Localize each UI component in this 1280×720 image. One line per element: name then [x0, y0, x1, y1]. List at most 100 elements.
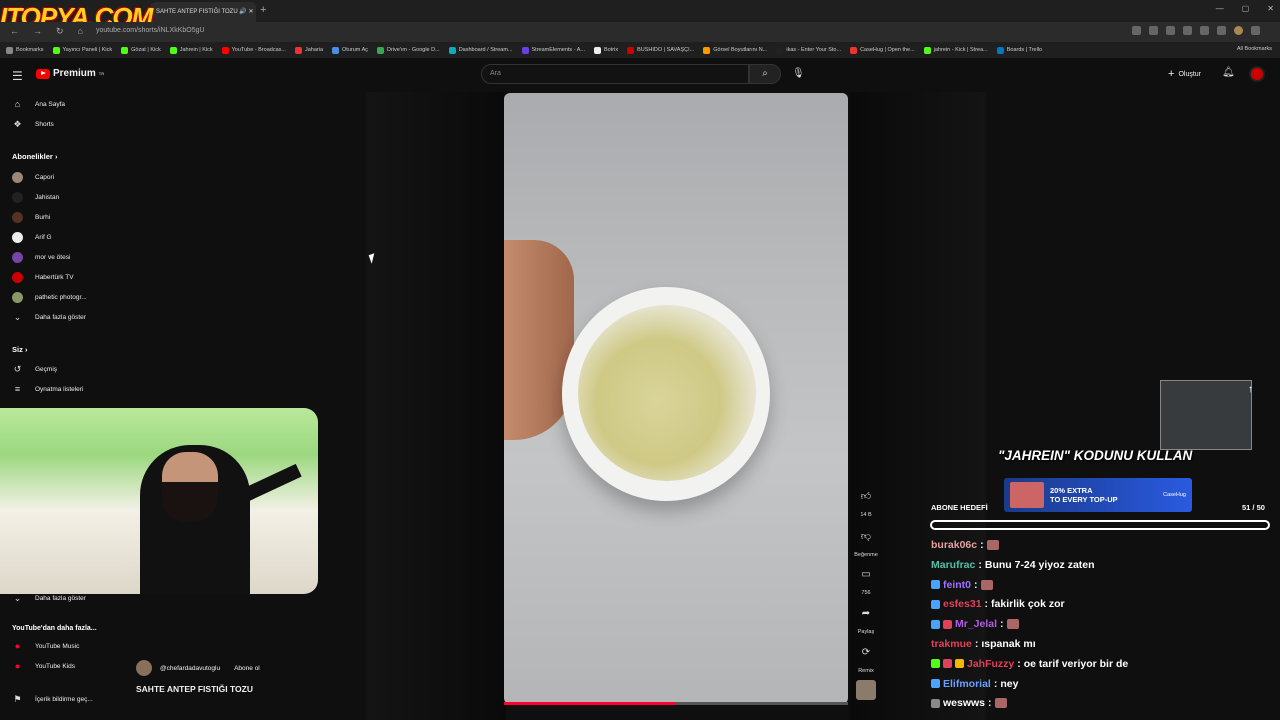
home-icon[interactable]: ⌂ [78, 26, 83, 37]
microphone-icon[interactable]: 🎙 [792, 68, 805, 79]
star-icon[interactable] [1149, 26, 1158, 35]
youtube-kids-icon: ● [14, 661, 21, 671]
account-avatar[interactable] [1249, 66, 1265, 82]
sidebar-item-playlists[interactable]: ≡ Oynatma listeleri [12, 384, 84, 394]
chat-message: trakmue : ıspanak mı [931, 638, 1036, 650]
channel-avatar[interactable] [856, 680, 876, 700]
sidebar-item-youtube-kids[interactable]: ● YouTube Kids [12, 661, 75, 671]
minimize-icon[interactable]: — [1216, 4, 1224, 13]
subscriptions-heading[interactable]: Abonelikler › [12, 152, 57, 161]
forward-icon[interactable]: → [33, 26, 42, 37]
chevron-right-icon: › [54, 152, 58, 161]
bookmark-item[interactable]: YouTube - Broadcas... [221, 46, 286, 54]
reload-icon[interactable]: ↻ [56, 26, 64, 37]
bookmark-item[interactable]: CaseHug | Open the... [850, 46, 915, 54]
extension-icon[interactable] [1132, 26, 1141, 35]
remix-button[interactable]: ⟳ Remix [850, 647, 882, 674]
puzzle-icon[interactable] [1200, 26, 1209, 35]
bookmark-favicon-icon [703, 46, 711, 54]
bookmark-label: Drive'ım - Google D... [387, 47, 440, 53]
channel-avatar-small[interactable] [136, 660, 152, 676]
bookmark-item[interactable]: StreamElements - A... [521, 46, 586, 54]
chat-emote-icon [994, 698, 1007, 709]
chat-username: weswws [943, 697, 986, 710]
search-button[interactable]: ⌕ [749, 64, 781, 84]
maximize-icon[interactable]: ▢ [1242, 4, 1250, 13]
create-button[interactable]: + Oluştur [1168, 68, 1201, 80]
chevron-right-icon: › [24, 345, 28, 354]
bookmark-item[interactable]: jahrein - Kick | Strea... [923, 46, 988, 54]
youtube-logo[interactable]: Premium TR [36, 68, 104, 79]
bookmark-favicon-icon [221, 46, 229, 54]
bookmark-item[interactable]: Yayıncı Paneli | Kick [52, 46, 113, 54]
url-field[interactable]: youtube.com/shorts/iNLXkKbO5gU [96, 27, 205, 34]
menu-icon[interactable] [1251, 26, 1260, 35]
close-icon[interactable]: ✕ [1267, 4, 1274, 13]
bookmark-item[interactable]: Drive'ım - Google D... [377, 46, 440, 54]
chat-message: Mr_Jelal : [931, 618, 1019, 630]
back-icon[interactable]: ← [10, 26, 19, 37]
bookmark-label: StreamElements - A... [531, 47, 586, 53]
sidebar-item-label: Ana Sayfa [35, 100, 65, 108]
sidebar-item-report[interactable]: ⚑ İçerik bildirme geç... [12, 694, 92, 705]
channel-name[interactable]: @chefardadavutoglu [160, 665, 220, 672]
chat-username: Marufrac [931, 558, 976, 571]
chat-badge-icon [931, 580, 940, 590]
sidebar-item-subscription[interactable]: Capori [12, 172, 54, 183]
bookmark-label: CaseHug | Open the... [860, 47, 915, 53]
bookmark-favicon-icon [923, 46, 931, 54]
bookmark-label: Dashboard / Stream... [458, 47, 513, 53]
search-input[interactable]: Ara [481, 64, 749, 84]
notifications-bell-icon[interactable]: 🔔︎ [1222, 67, 1235, 78]
bookmark-item[interactable]: Bookmarks [6, 46, 44, 54]
sidebar-item-subscription[interactable]: Arif G [12, 232, 52, 243]
like-button[interactable]: 👍︎ 14 B [850, 490, 882, 518]
you-heading[interactable]: Siz › [12, 345, 27, 354]
sidebar-item-subscription[interactable]: mor ve ötesi [12, 252, 70, 263]
chat-separator: : [974, 638, 979, 650]
new-tab-icon[interactable]: + [260, 4, 266, 16]
bookmark-item[interactable]: ikas - Enter Your Sto... [776, 46, 842, 54]
chat-username: JahFuzzy [967, 657, 1015, 670]
video-progress-fill [504, 702, 676, 705]
bookmark-item[interactable]: Boards | Trello [996, 46, 1042, 54]
bookmark-item[interactable]: Dashboard / Stream... [448, 46, 513, 54]
all-bookmarks[interactable]: All Bookmarks [1237, 46, 1272, 52]
bookmark-label: BUSHIDO | SAVAŞÇI... [637, 47, 695, 53]
goal-label: ABONE HEDEFİ [931, 503, 988, 512]
youtube-play-icon [36, 68, 50, 79]
browser-tab[interactable]: SAHTE ANTEP FISTIĞI TOZU 🔊 ✕ [150, 2, 256, 22]
bookmark-label: Botrix [604, 47, 619, 53]
extension-icon[interactable] [1183, 26, 1192, 35]
bookmark-item[interactable]: Gözat | Kick [121, 46, 161, 54]
subscribe-button[interactable]: Abone ol [234, 665, 260, 672]
bookmark-item[interactable]: Jaharia [294, 46, 323, 54]
channel-avatar [12, 212, 23, 223]
bookmark-item[interactable]: Oturum Aç [332, 46, 368, 54]
bookmark-item[interactable]: BUSHIDO | SAVAŞÇI... [627, 46, 695, 54]
bookmark-item[interactable]: Görsel Boyutlarını N... [703, 46, 767, 54]
sidebar-item-subscription[interactable]: Habertürk TV [12, 272, 74, 283]
bookmark-item[interactable]: Jahrein | Kick [169, 46, 213, 54]
show-more-button[interactable]: ⌄ Daha fazla göster [12, 312, 86, 323]
sidebar-item-subscription[interactable]: Jahistan [12, 192, 59, 203]
sidebar-item-subscription[interactable]: pathetic photogr... [12, 292, 87, 303]
sidebar-item-youtube-music[interactable]: ● YouTube Music [12, 641, 80, 651]
show-more-button-2[interactable]: ⌄ Daha fazla göster [12, 593, 86, 604]
comments-button[interactable]: ▭ 756 [850, 569, 882, 596]
bookmark-label: Yayıncı Paneli | Kick [62, 47, 113, 53]
profile-icon[interactable] [1234, 26, 1243, 35]
extension-icons [1132, 26, 1260, 35]
share-button[interactable]: ➦ Paylaş [850, 608, 882, 635]
extension-icon[interactable] [1217, 26, 1226, 35]
extension-icon[interactable] [1166, 26, 1175, 35]
hamburger-menu-icon[interactable]: ☰ [12, 69, 23, 83]
sidebar-item-history[interactable]: ↺ Geçmiş [12, 364, 57, 375]
sidebar-item-shorts[interactable]: ❖ Shorts [12, 119, 53, 130]
sidebar-item-home[interactable]: ⌂ Ana Sayfa [12, 99, 65, 109]
dislike-button[interactable]: 👎︎ Beğenme [850, 530, 882, 558]
shorts-icon: ❖ [13, 119, 22, 129]
bookmark-label: ikas - Enter Your Sto... [786, 47, 842, 53]
sidebar-item-subscription[interactable]: Burhi [12, 212, 50, 223]
bookmark-item[interactable]: Botrix [594, 46, 619, 54]
